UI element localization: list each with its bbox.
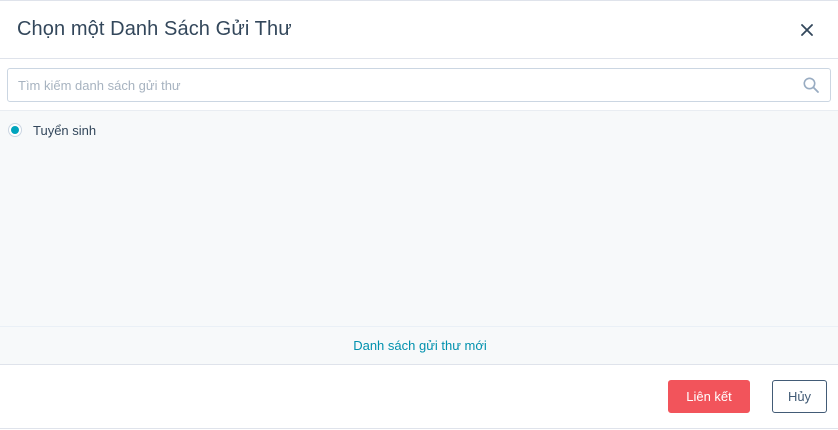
select-mailing-list-dialog: Chọn một Danh Sách Gửi Thư Tuyển sinh Da… <box>0 0 838 430</box>
search-box <box>7 68 831 102</box>
cancel-button[interactable]: Hủy <box>772 380 827 413</box>
search-input[interactable] <box>8 69 830 101</box>
link-button[interactable]: Liên kết <box>668 380 750 413</box>
dialog-footer: Liên kết Hủy <box>0 365 838 429</box>
list-item[interactable]: Tuyển sinh <box>0 121 838 139</box>
close-icon <box>801 23 813 36</box>
mailing-list-options: Tuyển sinh <box>0 111 838 327</box>
close-button[interactable] <box>796 19 818 41</box>
new-mailing-list-link[interactable]: Danh sách gửi thư mới <box>353 338 487 353</box>
search-section <box>0 59 838 111</box>
dialog-header: Chọn một Danh Sách Gửi Thư <box>0 1 838 59</box>
radio-button-selected[interactable] <box>8 123 22 137</box>
new-list-section: Danh sách gửi thư mới <box>0 327 838 365</box>
radio-selected-dot <box>11 126 19 134</box>
list-item-label: Tuyển sinh <box>33 122 97 138</box>
dialog-title: Chọn một Danh Sách Gửi Thư <box>17 18 292 40</box>
search-icon[interactable] <box>802 76 820 94</box>
